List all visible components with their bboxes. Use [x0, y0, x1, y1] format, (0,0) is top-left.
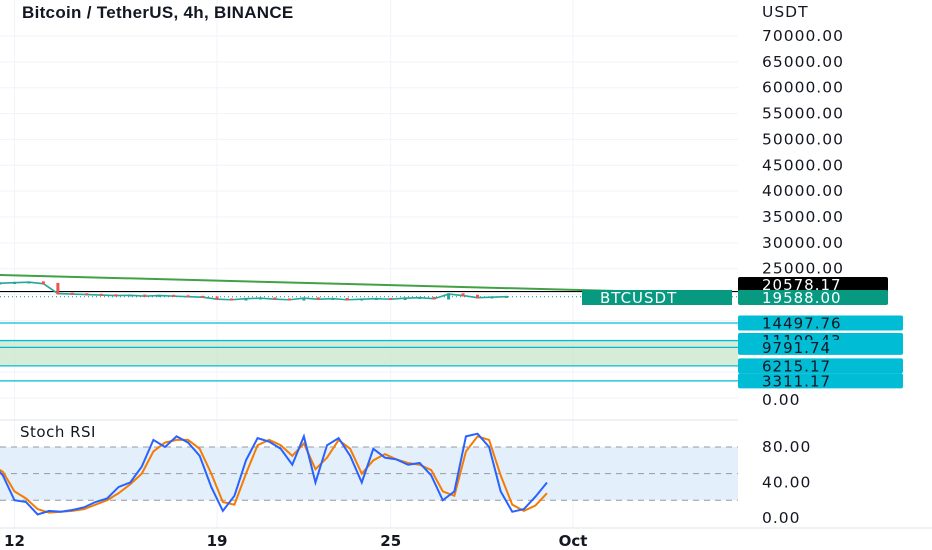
price-point-36 [476, 294, 480, 299]
price-point-22 [273, 297, 277, 301]
price-point-12 [128, 294, 132, 297]
symbol-badge-text: BTCUSDT [600, 289, 677, 307]
time-tick-0: 12 [4, 532, 25, 550]
price-labels: 20578.1719588.00BTCUSDT14497.7611109.439… [582, 276, 903, 390]
rsi-tick-1: 40.00 [762, 474, 811, 492]
price-point-21 [258, 297, 262, 300]
level-label-text: 14497.76 [762, 315, 842, 333]
price-point-14 [157, 294, 161, 297]
price-point-37 [490, 296, 494, 299]
level-label-support-1: 14497.76 [738, 315, 903, 333]
price-tick-8: 30000.00 [762, 234, 844, 252]
support-zone-fill [0, 340, 738, 366]
axis-unit: USDT [762, 3, 809, 21]
price-tick-3: 55000.00 [762, 105, 844, 123]
price-point-35 [461, 293, 465, 297]
price-tick-9: 25000.00 [762, 260, 844, 278]
price-point-30 [389, 297, 393, 301]
chart-title: Bitcoin / TetherUS, 4h, BINANCE [22, 3, 294, 22]
price-point-10 [99, 293, 103, 296]
price-tick-6: 40000.00 [762, 182, 844, 200]
level-label-text: 3311.17 [762, 372, 831, 390]
price-tick-2: 60000.00 [762, 79, 844, 97]
price-series [0, 281, 508, 301]
price-point-24 [302, 297, 306, 301]
stoch-rsi-title: Stoch RSI [20, 423, 96, 441]
price-point-19 [230, 298, 234, 301]
price-point-3 [0, 282, 2, 285]
time-axis: 12 19 25 Oct [0, 527, 932, 550]
price-point-25 [316, 297, 320, 301]
price-point-16 [186, 295, 190, 298]
price-point-26 [331, 297, 335, 301]
price-tick-5: 45000.00 [762, 156, 844, 174]
price-line [0, 281, 507, 301]
price-point-23 [287, 298, 291, 301]
level-label-support-5: 3311.17 [738, 372, 903, 390]
axis-zero-tick: 0.00 [762, 391, 801, 409]
price-point-9 [85, 293, 89, 296]
price-point-8 [70, 292, 74, 295]
price-point-33 [432, 296, 436, 300]
level-label-text: 19588.00 [762, 289, 842, 307]
price-point-20 [244, 297, 248, 301]
price-point-18 [215, 296, 219, 301]
support-zone [0, 340, 738, 366]
price-point-38 [504, 295, 508, 298]
price-point-15 [172, 294, 176, 297]
price-point-28 [360, 298, 364, 301]
chart-canvas: 20578.1719588.00BTCUSDT14497.7611109.439… [0, 0, 932, 550]
time-tick-2: 25 [380, 532, 401, 550]
price-point-29 [374, 297, 378, 301]
rsi-tick-0: 80.00 [762, 438, 811, 456]
level-label-support-3: 9791.74 [738, 339, 903, 357]
time-tick-1: 19 [207, 532, 228, 550]
price-point-27 [345, 297, 349, 301]
stoch-rsi-pane: Stoch RSI 80.00 40.00 0.00 [0, 423, 811, 527]
price-tick-1: 65000.00 [762, 53, 844, 71]
price-point-32 [418, 296, 422, 299]
price-tick-4: 50000.00 [762, 130, 844, 148]
price-point-7 [56, 282, 60, 295]
price-point-17 [201, 295, 205, 298]
level-label-text: 9791.74 [762, 339, 831, 357]
price-point-6 [41, 281, 45, 285]
price-point-34 [447, 293, 451, 300]
rsi-tick-2: 0.00 [762, 509, 801, 527]
time-tick-3: Oct [559, 532, 588, 550]
price-tick-7: 35000.00 [762, 208, 844, 226]
price-point-5 [27, 281, 31, 284]
price-point-4 [12, 281, 16, 284]
price-point-31 [403, 297, 407, 301]
price-point-13 [143, 294, 147, 297]
price-tick-0: 70000.00 [762, 27, 844, 45]
price-point-11 [114, 294, 118, 297]
